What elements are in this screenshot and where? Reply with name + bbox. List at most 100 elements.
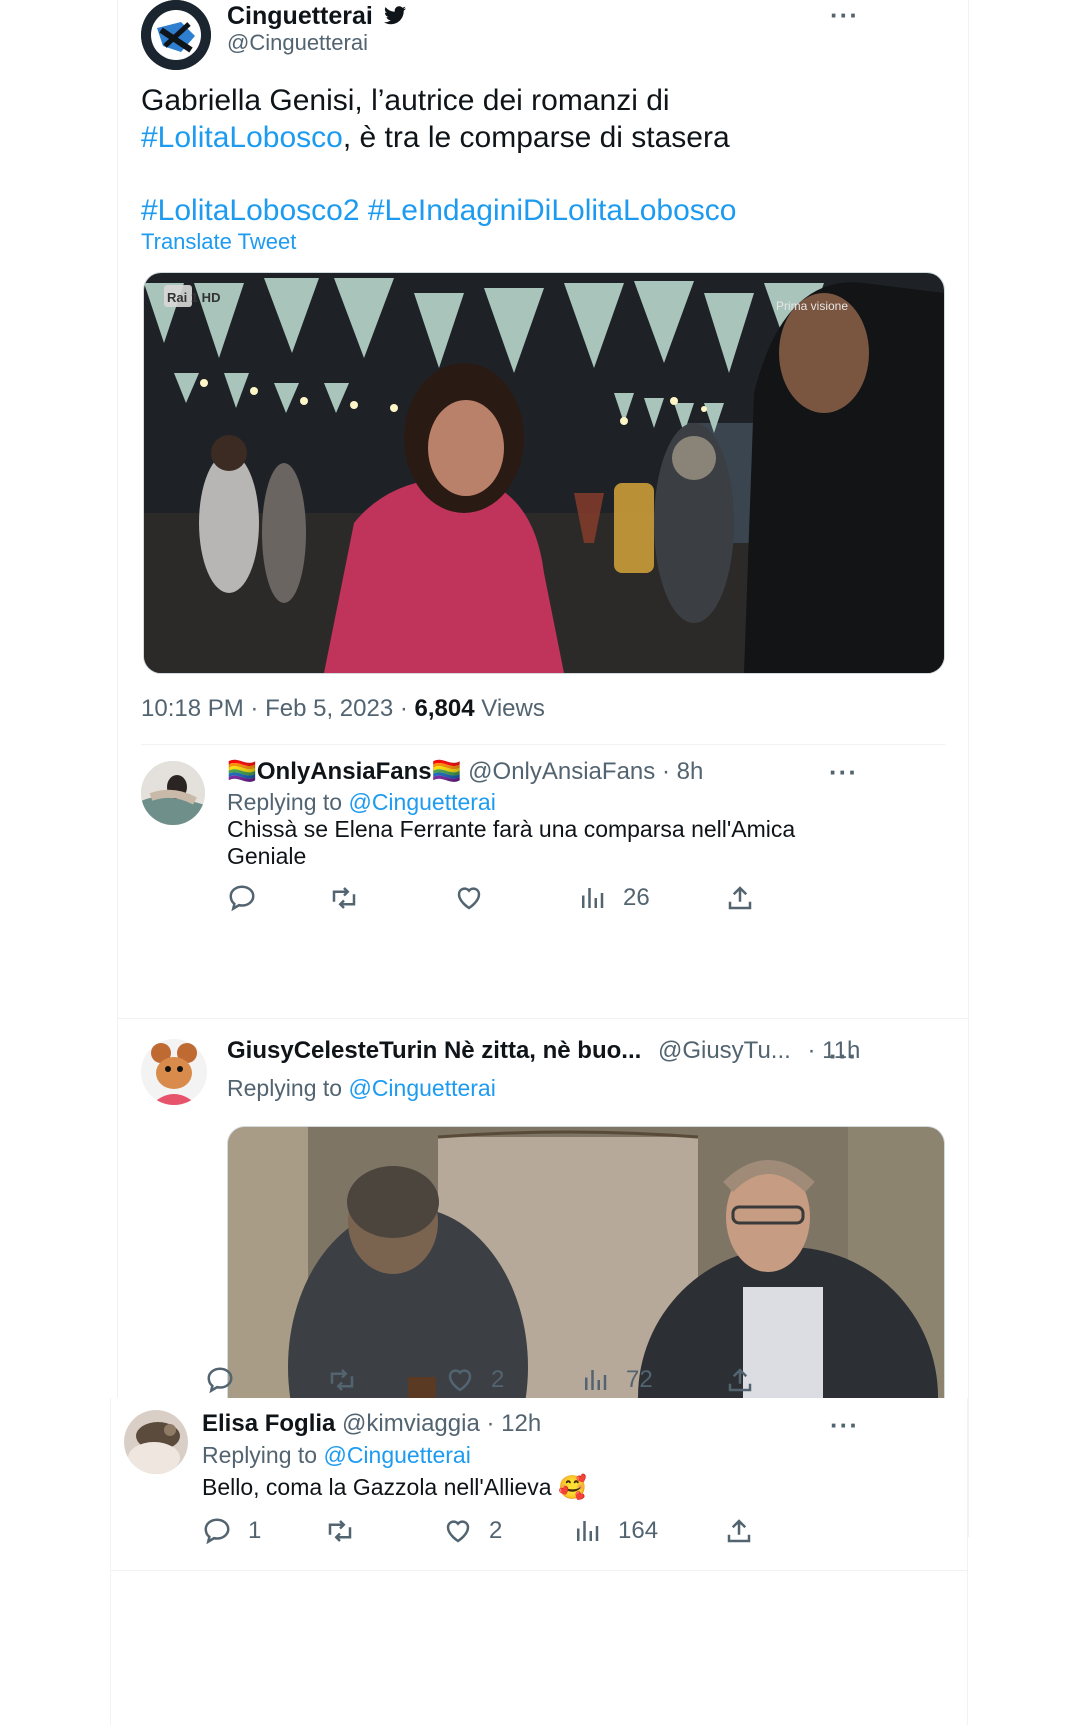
like-button[interactable] [454, 883, 484, 913]
channel-logo: Rai 1 HD [167, 290, 220, 305]
divider [110, 1570, 968, 1571]
share-button[interactable] [725, 883, 755, 913]
share-button[interactable] [724, 1516, 754, 1546]
replying-to-prefix: Replying to [227, 1075, 343, 1101]
hashtag-leindaginidilolitalobosco[interactable]: #LeIndaginiDiLolitaLobosco [368, 194, 737, 227]
reply-text: Bello, coma la Gazzola nell'Allieva 🥰 [202, 1474, 587, 1500]
author-handle[interactable]: @Cinguetterai [227, 30, 368, 56]
share-icon [728, 886, 752, 910]
reply-count: 1 [248, 1517, 262, 1544]
views-count: 26 [623, 884, 650, 911]
reply-time[interactable]: · 12h [486, 1410, 541, 1437]
hashtag-lolitalobosco2[interactable]: #LolitaLobosco2 [141, 194, 360, 227]
heart-icon [448, 1369, 472, 1392]
reply-icon [229, 885, 255, 912]
retweet-button[interactable] [325, 1516, 355, 1546]
reply-author-name[interactable]: Elisa Foglia [202, 1410, 335, 1437]
like-button[interactable]: 2 [443, 1516, 502, 1546]
tweet-text-line1: Gabriella Genisi, l’autrice dei romanzi … [141, 84, 670, 117]
retweet-icon [330, 1369, 354, 1391]
reply-avatar[interactable] [141, 761, 205, 825]
reply-author-handle[interactable]: @OnlyAnsiaFans [468, 758, 655, 785]
author-name-text[interactable]: Cinguetterai [227, 2, 373, 30]
more-options-icon[interactable]: ··· [830, 1412, 859, 1438]
reply-header: Elisa Foglia @kimviaggia · 12h [202, 1410, 541, 1438]
reply-button[interactable] [227, 883, 257, 913]
cinguetterai-logo-icon [141, 0, 211, 70]
translate-tweet-link[interactable]: Translate Tweet [141, 229, 296, 255]
views-count: 164 [618, 1517, 659, 1544]
reply-tweet: 🏳️‍🌈OnlyAnsiaFans🏳️‍🌈 @OnlyAnsiaFans · 8… [117, 745, 969, 1018]
author-avatar[interactable] [141, 0, 211, 70]
views-icon [577, 1521, 599, 1541]
views-icon [582, 888, 604, 908]
replying-to-link[interactable]: @Cinguetterai [348, 789, 495, 815]
author-name[interactable]: Cinguetterai [227, 2, 407, 31]
reply-icon [207, 1367, 233, 1394]
retweet-button[interactable] [329, 883, 359, 913]
cartoon-mouse-icon [141, 1039, 207, 1105]
tweet-text-rest: , è tra le comparse di stasera [342, 121, 730, 154]
share-button[interactable] [725, 1365, 755, 1395]
reply-author-handle[interactable]: @kimviaggia [342, 1410, 480, 1437]
retweet-icon [328, 1520, 352, 1542]
main-tweet: Cinguetterai @Cinguetterai ··· Gabriella… [117, 0, 969, 820]
reply-author-name[interactable]: GiusyCelesteTurin Nè zitta, nè buo... [227, 1037, 641, 1064]
reply-icon [204, 1518, 230, 1545]
tweet-date[interactable]: Feb 5, 2023 [265, 695, 393, 722]
separator: · [250, 695, 259, 722]
replying-to: Replying to @Cinguetterai [227, 789, 496, 816]
replying-to-prefix: Replying to [227, 789, 343, 815]
tweet-text-line2: #LolitaLobosco, è tra le comparse di sta… [141, 119, 921, 156]
reply-avatar[interactable] [124, 1410, 188, 1474]
heart-icon [446, 1520, 470, 1543]
retweet-icon [332, 887, 356, 909]
reply-button[interactable] [205, 1365, 235, 1395]
hashtag-lolitalobosco[interactable]: #LolitaLobosco [141, 121, 343, 154]
avatar-image [124, 1410, 188, 1474]
like-count: 2 [491, 1366, 505, 1393]
reply-header: 🏳️‍🌈OnlyAnsiaFans🏳️‍🌈 @OnlyAnsiaFans · 8… [227, 757, 703, 786]
like-button[interactable]: 2 [445, 1365, 504, 1395]
tweet-text: Gabriella Genisi, l’autrice dei romanzi … [141, 82, 921, 229]
reply-text: Chissà se Elena Ferrante farà una compar… [227, 816, 795, 870]
retweet-button[interactable] [327, 1365, 357, 1395]
overlay-text: Prima visione [776, 299, 848, 313]
heart-icon [457, 887, 481, 910]
separator: · [399, 695, 408, 722]
tweet-meta: 10:18 PM · Feb 5, 2023 · 6,804 Views [141, 695, 545, 723]
replying-to-link[interactable]: @Cinguetterai [348, 1075, 495, 1101]
views-button[interactable]: 26 [577, 883, 650, 913]
more-options-icon[interactable]: ··· [829, 759, 858, 785]
reply-author-name[interactable]: 🏳️‍🌈OnlyAnsiaFans🏳️‍🌈 [227, 758, 461, 785]
reply-header: GiusyCelesteTurin Nè zitta, nè buo... @G… [227, 1037, 860, 1065]
share-icon [727, 1519, 751, 1543]
reply-button[interactable]: 1 [202, 1516, 261, 1546]
reply-author-handle[interactable]: @GiusyTu... [658, 1037, 791, 1064]
replying-to: Replying to @Cinguetterai [227, 1075, 496, 1102]
replying-to-prefix: Replying to [202, 1442, 318, 1468]
replying-to: Replying to @Cinguetterai [202, 1442, 471, 1469]
more-options-icon[interactable]: ··· [829, 1043, 858, 1069]
tweet-media-image[interactable]: Rai 1 HD Prima visione [143, 272, 945, 674]
views-button[interactable]: 164 [572, 1516, 658, 1546]
reply-text-line: Chissà se Elena Ferrante farà una compar… [227, 816, 796, 842]
views-button[interactable]: 72 [580, 1365, 653, 1395]
tweet-time[interactable]: 10:18 PM [141, 695, 244, 722]
views-icon [585, 1370, 607, 1390]
reply-time[interactable]: · 8h [662, 758, 703, 785]
reply-avatar[interactable] [141, 1039, 207, 1105]
avatar-image [141, 761, 205, 825]
like-count: 2 [489, 1517, 503, 1544]
views-label: Views [481, 695, 545, 722]
tweet-hashtags: #LolitaLobosco2 #LeIndaginiDiLolitaLobos… [141, 192, 921, 229]
twitter-bird-icon [383, 6, 406, 25]
reply-tweet: Elisa Foglia @kimviaggia · 12h ··· Reply… [110, 1398, 968, 1725]
more-options-icon[interactable]: ··· [830, 2, 859, 28]
share-icon [728, 1368, 752, 1392]
reply-text-line: Geniale [227, 843, 307, 869]
party-scene-image: Rai 1 HD Prima visione [144, 273, 944, 673]
views-count: 6,804 [414, 695, 475, 722]
replying-to-link[interactable]: @Cinguetterai [323, 1442, 470, 1468]
views-count: 72 [626, 1366, 653, 1393]
